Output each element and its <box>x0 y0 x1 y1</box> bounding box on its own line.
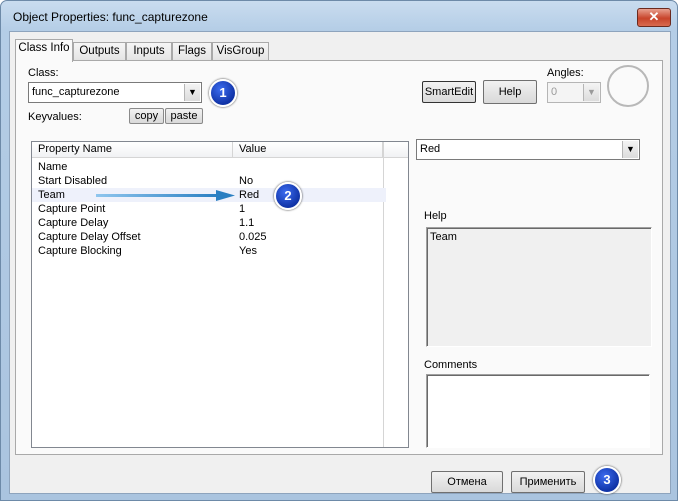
paste-button[interactable]: paste <box>165 108 203 124</box>
help-button[interactable]: Help <box>483 80 537 104</box>
chevron-down-icon[interactable]: ▼ <box>622 141 638 158</box>
angles-label: Angles: <box>547 67 584 79</box>
window-title: Object Properties: func_capturezone <box>13 10 208 24</box>
class-value: func_capturezone <box>32 86 120 98</box>
table-row[interactable]: Start Disabled No <box>32 174 386 188</box>
angles-combobox[interactable]: 0 ▼ <box>547 82 601 103</box>
property-value: Yes <box>239 245 257 257</box>
table-row[interactable]: Capture Blocking Yes <box>32 244 386 258</box>
tab-class-info[interactable]: Class Info <box>15 39 73 62</box>
property-list[interactable]: Property Name Value Name Start Disabled … <box>31 141 409 448</box>
tab-outputs[interactable]: Outputs <box>73 42 126 61</box>
property-value: 0.025 <box>239 231 267 243</box>
apply-button[interactable]: Применить <box>511 471 585 493</box>
object-properties-window: Object Properties: func_capturezone ✕ Cl… <box>0 0 678 501</box>
class-combobox[interactable]: func_capturezone ▼ <box>28 82 202 103</box>
annotation-badge-3: 3 <box>593 466 621 494</box>
chevron-down-icon[interactable]: ▼ <box>583 84 599 101</box>
help-text: Team <box>430 231 457 243</box>
annotation-badge-2: 2 <box>274 182 302 210</box>
property-value: No <box>239 175 254 187</box>
comments-textarea[interactable] <box>426 374 650 448</box>
angles-value: 0 <box>551 86 558 98</box>
chevron-down-icon[interactable]: ▼ <box>184 84 200 101</box>
table-row[interactable]: Capture Point 1 <box>32 202 386 216</box>
property-name: Name <box>38 161 68 173</box>
close-button[interactable]: ✕ <box>637 8 671 27</box>
property-name: Capture Blocking <box>38 245 122 257</box>
property-name: Capture Point <box>38 203 106 215</box>
tab-visgroup[interactable]: VisGroup <box>212 42 269 61</box>
column-value[interactable]: Value <box>233 142 383 157</box>
value-combobox[interactable]: Red ▼ <box>416 139 640 160</box>
table-row[interactable]: Name <box>32 160 386 174</box>
title-bar[interactable]: Object Properties: func_capturezone ✕ <box>1 1 677 31</box>
class-label: Class: <box>28 67 59 79</box>
smartedit-button[interactable]: SmartEdit <box>422 81 476 103</box>
comments-label: Comments <box>424 359 478 371</box>
property-name: Capture Delay Offset <box>38 231 141 243</box>
annotation-arrow <box>96 190 235 201</box>
table-row[interactable]: Capture Delay 1.1 <box>32 216 386 230</box>
property-value: 1 <box>239 203 246 215</box>
table-row[interactable]: Capture Delay Offset 0.025 <box>32 230 386 244</box>
property-value: Red <box>239 189 260 201</box>
value-editor-value: Red <box>420 143 441 155</box>
property-name: Start Disabled <box>38 175 108 187</box>
property-name: Team <box>38 189 65 201</box>
cancel-button[interactable]: Отмена <box>431 471 503 493</box>
copy-button[interactable]: copy <box>129 108 164 124</box>
property-value: 1.1 <box>239 217 255 229</box>
column-property-name[interactable]: Property Name <box>32 142 233 157</box>
dialog-client: Class Info Outputs Inputs Flags VisGroup… <box>9 31 671 494</box>
property-list-header: Property Name Value <box>32 142 408 158</box>
angle-dial[interactable] <box>607 65 649 107</box>
help-box: Team <box>426 227 652 347</box>
property-name: Capture Delay <box>38 217 109 229</box>
annotation-badge-1: 1 <box>209 79 237 107</box>
help-label: Help <box>424 210 447 222</box>
tab-inputs[interactable]: Inputs <box>126 42 172 61</box>
keyvalues-label: Keyvalues: <box>28 111 82 123</box>
tab-flags[interactable]: Flags <box>172 42 212 61</box>
